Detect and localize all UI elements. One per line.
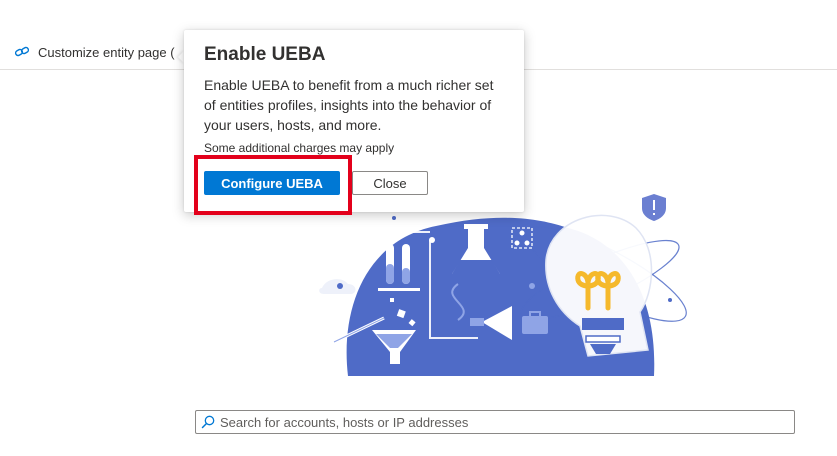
- close-button[interactable]: Close: [352, 171, 428, 195]
- search-input[interactable]: [220, 414, 780, 430]
- additional-charges-note: Some additional charges may apply: [204, 141, 395, 155]
- search-icon: [201, 415, 215, 429]
- entity-search-box[interactable]: [195, 410, 795, 434]
- bubble-title: Enable UEBA: [204, 44, 326, 65]
- ueba-illustration: [318, 188, 690, 380]
- link-chain-icon: [14, 44, 30, 60]
- customize-entity-page-button[interactable]: Customize entity page (: [14, 42, 175, 62]
- bubble-body: Enable UEBA to benefit from a much riche…: [204, 77, 494, 133]
- customize-entity-page-label: Customize entity page (: [38, 44, 175, 60]
- entity-page: Customize entity page (Search for accou…: [0, 0, 837, 456]
- highlight-box: [194, 155, 352, 215]
